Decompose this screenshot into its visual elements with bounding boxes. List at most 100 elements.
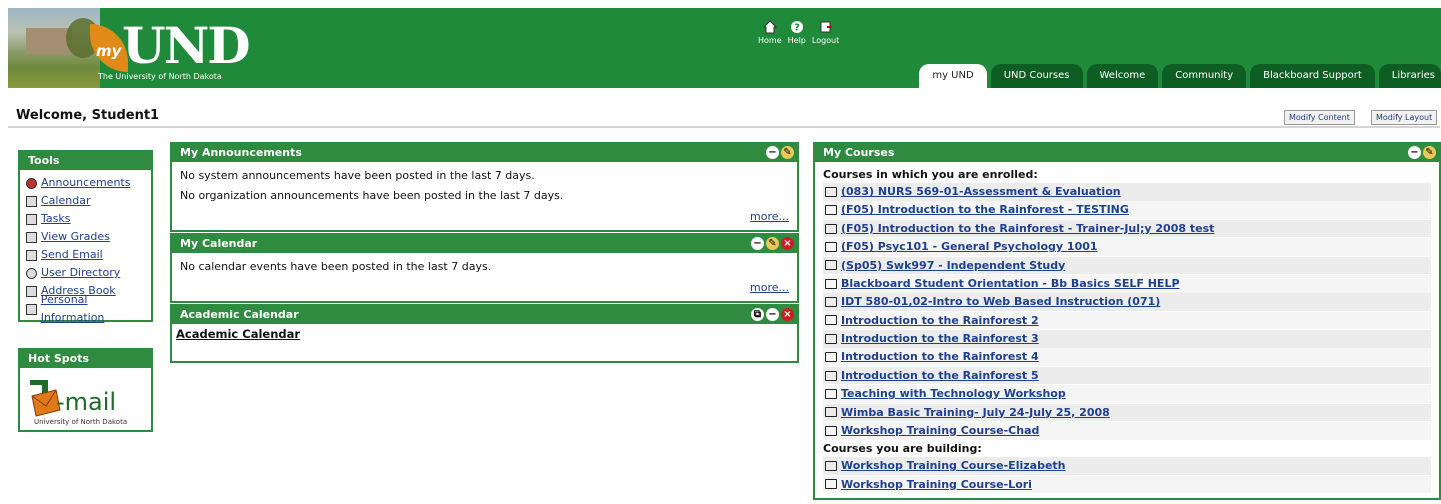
logout-icon [820, 21, 832, 33]
course-link[interactable]: Introduction to the Rainforest 4 [841, 348, 1039, 366]
course-book-icon [825, 461, 837, 472]
tool-send-email: Send Email [26, 246, 151, 264]
course-link[interactable]: Workshop Training Course-Lori [841, 476, 1032, 494]
minimize-icon[interactable]: − [751, 237, 764, 250]
course-row: IDT 580-01,02-Intro to Web Based Instruc… [823, 293, 1431, 311]
course-book-icon [825, 260, 837, 271]
tool-view-grades: View Grades [26, 228, 151, 246]
building-heading: Courses you are building: [823, 442, 982, 456]
course-row: Workshop Training Course-Elizabeth [823, 457, 1431, 475]
divider [8, 126, 1440, 128]
tool-tasks: Tasks [26, 210, 151, 228]
course-row: Wimba Basic Training- July 24-July 25, 2… [823, 403, 1431, 422]
close-icon[interactable]: × [781, 308, 794, 321]
course-link[interactable]: (Sp05) Swk997 - Independent Study [841, 257, 1065, 275]
header-banner: my UND The University of North Dakota Ho… [8, 8, 1441, 88]
hotspots-title: Hot Spots [20, 350, 151, 368]
course-row: (083) NURS 569-01-Assessment & Evaluatio… [823, 183, 1431, 201]
minimize-icon[interactable]: − [766, 308, 779, 321]
logo-tagline: The University of North Dakota [98, 72, 222, 81]
modify-content-button[interactable]: Modify Content [1284, 110, 1355, 125]
hotspots-module: Hot Spots -mail University of North Dako… [18, 348, 153, 432]
svg-text:-mail: -mail [56, 388, 116, 416]
course-link[interactable]: Wimba Basic Training- July 24-July 25, 2… [841, 404, 1110, 422]
tab-und-courses[interactable]: UND Courses [990, 64, 1083, 88]
course-link[interactable]: Workshop Training Course-Chad [841, 422, 1039, 440]
course-book-icon [825, 315, 837, 326]
restore-icon[interactable]: ⧉ [751, 308, 764, 321]
course-book-icon [825, 425, 837, 436]
announcements-title: My Announcements [180, 146, 302, 159]
edit-icon[interactable]: ✎ [766, 237, 779, 250]
course-book-icon [825, 205, 837, 216]
svg-text:?: ? [794, 23, 800, 34]
course-row: Blackboard Student Orientation - Bb Basi… [823, 274, 1431, 293]
tab-my-und[interactable]: my UND [919, 64, 987, 88]
tool-personal-information: Personal Information [26, 293, 151, 324]
course-book-icon [825, 370, 837, 381]
tab-libraries[interactable]: Libraries [1378, 64, 1441, 88]
edit-icon[interactable]: ✎ [1423, 146, 1436, 159]
course-link[interactable]: Introduction to the Rainforest 2 [841, 312, 1039, 330]
course-link[interactable]: Workshop Training Course-Elizabeth [841, 457, 1066, 475]
course-link[interactable]: Teaching with Technology Workshop [841, 385, 1066, 403]
course-book-icon [825, 241, 837, 252]
logout-link[interactable]: Logout [812, 20, 839, 45]
course-row: (Sp05) Swk997 - Independent Study [823, 256, 1431, 275]
course-link[interactable]: Introduction to the Rainforest 3 [841, 330, 1039, 348]
edit-icon[interactable]: ✎ [781, 146, 794, 159]
minimize-icon[interactable]: − [1408, 146, 1421, 159]
home-link[interactable]: Home [758, 20, 782, 45]
course-row: Introduction to the Rainforest 4 [823, 348, 1431, 367]
enrolled-heading: Courses in which you are enrolled: [823, 168, 1038, 181]
umail-logo-icon: -mail University of North Dakota [30, 380, 127, 426]
course-row: Introduction to the Rainforest 2 [823, 311, 1431, 330]
minimize-icon[interactable]: − [766, 146, 779, 159]
course-link[interactable]: (F05) Psyc101 - General Psychology 1001 [841, 238, 1098, 256]
course-link[interactable]: (F05) Introduction to the Rainforest - T… [841, 201, 1129, 219]
tools-title: Tools [20, 152, 151, 170]
course-link[interactable]: IDT 580-01,02-Intro to Web Based Instruc… [841, 293, 1160, 311]
course-row: Workshop Training Course-Chad [823, 421, 1431, 440]
svg-text:University of North Dakota: University of North Dakota [34, 418, 127, 426]
tool-announcements: Announcements [26, 174, 151, 192]
announcements-more-link[interactable]: more... [750, 210, 789, 223]
calendar-title: My Calendar [180, 237, 258, 250]
user-directory-icon [26, 267, 37, 279]
calendar-more-link[interactable]: more... [750, 281, 789, 294]
course-link[interactable]: (083) NURS 569-01-Assessment & Evaluatio… [841, 183, 1121, 201]
academic-calendar-link[interactable]: Academic Calendar [176, 327, 300, 341]
close-icon[interactable]: × [781, 237, 794, 250]
course-row: (F05) Introduction to the Rainforest - T… [823, 201, 1431, 220]
course-row: Workshop Training Course-Lori [823, 475, 1431, 494]
course-row: (F05) Introduction to the Rainforest - T… [823, 219, 1431, 238]
grades-icon [26, 231, 37, 243]
modify-layout-button[interactable]: Modify Layout [1371, 110, 1438, 125]
course-row: (F05) Psyc101 - General Psychology 1001 [823, 238, 1431, 256]
tasks-icon [26, 213, 37, 225]
academic-calendar-module: Academic Calendar ⧉ − × Academic Calendar [170, 304, 799, 363]
course-link[interactable]: (F05) Introduction to the Rainforest - T… [841, 220, 1214, 238]
course-book-icon [825, 278, 837, 289]
tab-community[interactable]: Community [1162, 64, 1247, 88]
academic-calendar-title: Academic Calendar [180, 308, 299, 321]
email-icon [26, 249, 37, 261]
top-nav: Home ? Help Logout [758, 20, 839, 45]
tab-welcome[interactable]: Welcome [1086, 64, 1159, 88]
courses-module: My Courses − ✎ Courses in which you are e… [813, 142, 1441, 500]
main-tabs: my UND UND Courses Welcome Community Bla… [919, 64, 1441, 88]
calendar-empty-message: No calendar events have been posted in t… [180, 260, 492, 273]
myund-logo[interactable]: my UND The University of North Dakota [78, 14, 251, 84]
course-book-icon [825, 186, 837, 197]
announcement-organization: No organization announcements have been … [180, 189, 564, 202]
announcements-module: My Announcements − ✎ No system announceme… [170, 142, 799, 232]
course-book-icon [825, 388, 837, 399]
course-link[interactable]: Introduction to the Rainforest 5 [841, 367, 1039, 385]
help-icon: ? [790, 21, 803, 34]
course-row: Teaching with Technology Workshop [823, 385, 1431, 403]
course-link[interactable]: Blackboard Student Orientation - Bb Basi… [841, 275, 1180, 293]
tab-blackboard-support[interactable]: Blackboard Support [1250, 64, 1375, 88]
help-link[interactable]: ? Help [788, 20, 806, 45]
umail-link[interactable]: -mail University of North Dakota [26, 376, 144, 428]
course-row: Introduction to the Rainforest 3 [823, 330, 1431, 348]
